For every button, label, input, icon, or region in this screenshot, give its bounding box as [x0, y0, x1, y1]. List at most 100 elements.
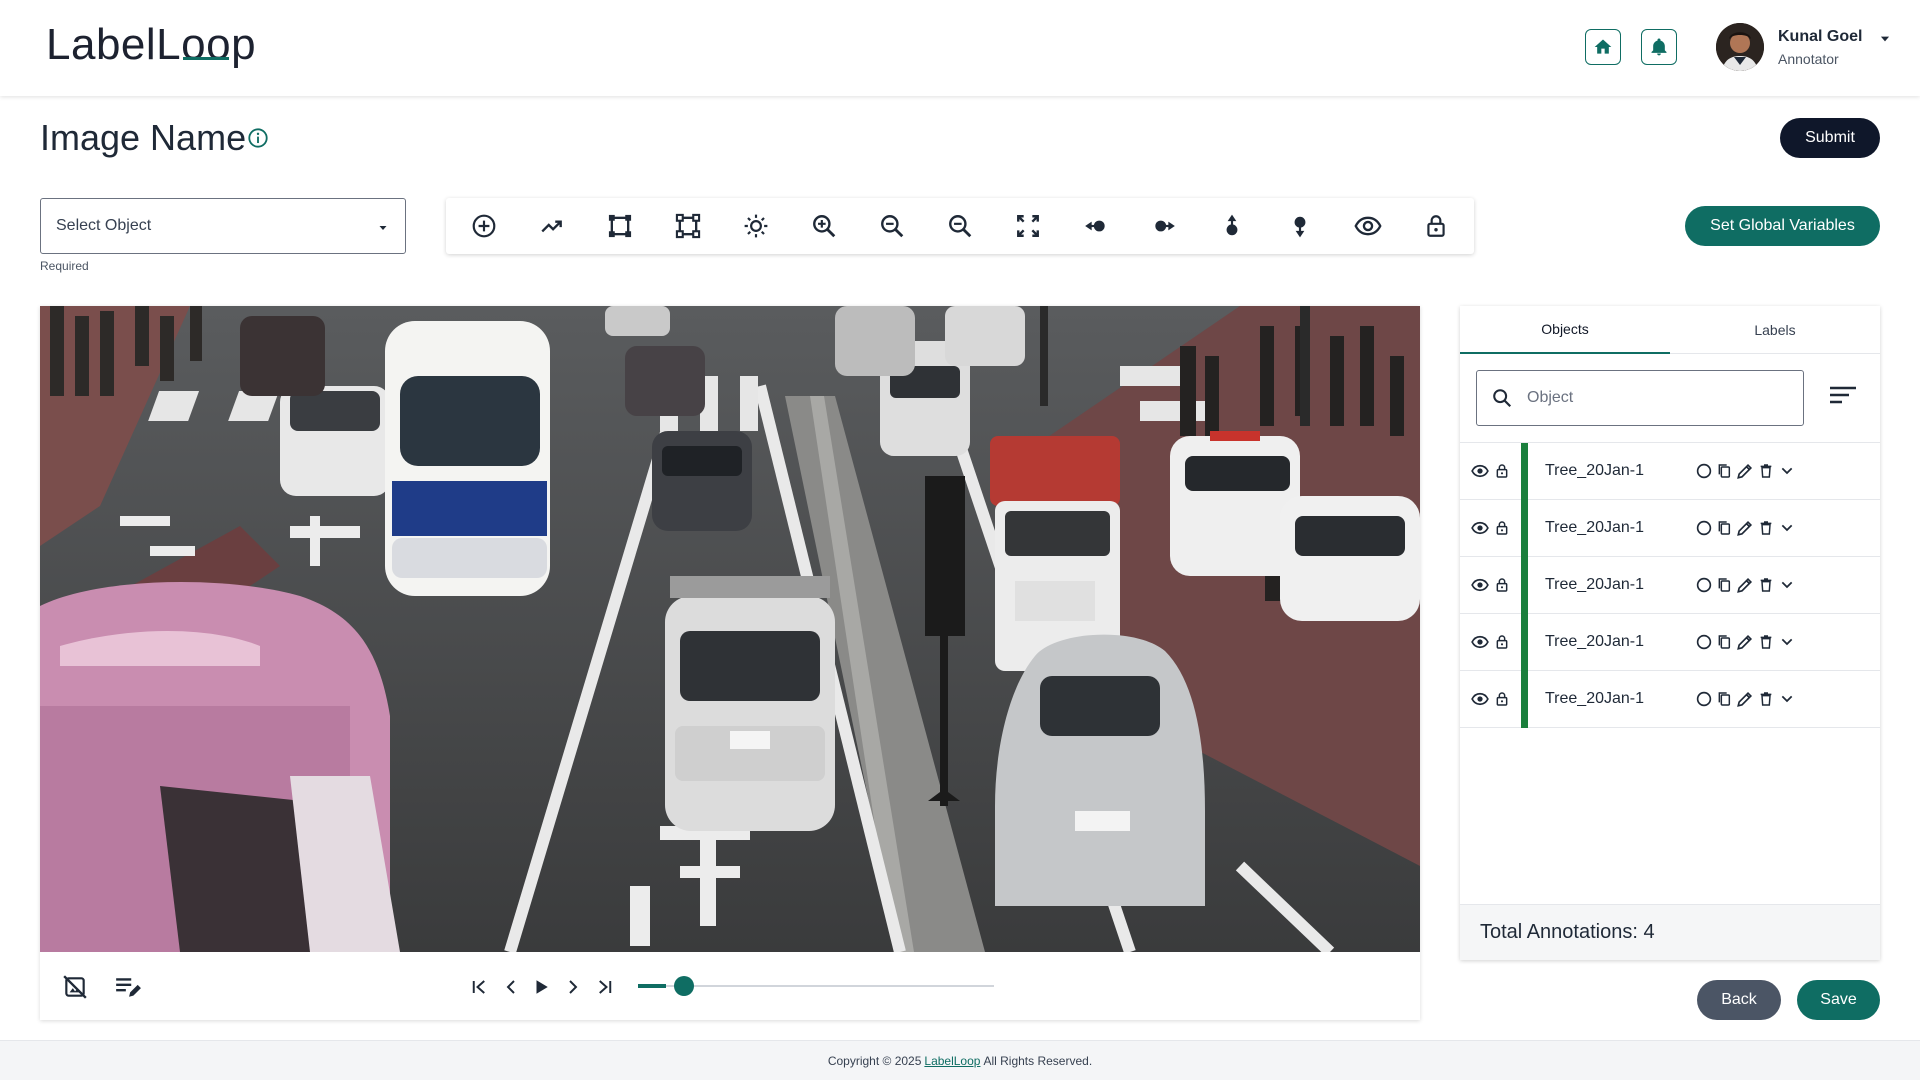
bell-icon [1651, 38, 1667, 56]
tab-labels[interactable]: Labels [1670, 306, 1880, 354]
lock-icon[interactable] [1492, 689, 1512, 709]
polyline-icon[interactable] [536, 210, 568, 242]
last-frame-icon[interactable] [596, 978, 614, 996]
delete-icon[interactable] [1756, 575, 1776, 595]
submit-button[interactable]: Submit [1780, 118, 1880, 158]
object-row[interactable]: Tree_20Jan-1 [1460, 671, 1880, 728]
visibility-icon[interactable] [1470, 632, 1490, 652]
edit-list-icon[interactable] [114, 974, 142, 1000]
back-button[interactable]: Back [1697, 980, 1781, 1020]
polygon-icon[interactable] [672, 210, 704, 242]
lock-icon[interactable] [1492, 461, 1512, 481]
set-global-variables-button[interactable]: Set Global Variables [1685, 206, 1880, 246]
edit-icon[interactable] [1735, 461, 1755, 481]
play-icon[interactable] [532, 978, 550, 996]
save-button[interactable]: Save [1797, 980, 1880, 1020]
sort-icon[interactable] [1828, 384, 1858, 413]
copy-icon[interactable] [1714, 461, 1734, 481]
timeline-slider[interactable] [638, 976, 994, 996]
circle-icon[interactable] [1694, 461, 1714, 481]
edit-icon[interactable] [1735, 689, 1755, 709]
zoom-reset-icon[interactable] [944, 210, 976, 242]
lock-icon[interactable] [1420, 210, 1452, 242]
object-name: Tree_20Jan-1 [1545, 462, 1645, 479]
move-left-icon[interactable] [1080, 210, 1112, 242]
move-right-icon[interactable] [1148, 210, 1180, 242]
delete-icon[interactable] [1756, 518, 1776, 538]
expand-chevron-icon[interactable] [1777, 461, 1797, 481]
delete-icon[interactable] [1756, 689, 1776, 709]
objects-list: Tree_20Jan-1 Tree_20Jan-1 Tree_20Jan-1 Tree… [1460, 442, 1880, 728]
expand-chevron-icon[interactable] [1777, 575, 1797, 595]
previous-frame-icon[interactable] [502, 978, 520, 996]
brightness-icon[interactable] [740, 210, 772, 242]
select-helper-text: Required [40, 259, 89, 273]
edit-icon[interactable] [1735, 518, 1755, 538]
user-menu-chevron-icon[interactable] [1878, 32, 1892, 51]
annotation-image[interactable] [40, 306, 1420, 952]
hide-annotations-icon[interactable] [62, 974, 88, 1000]
lock-icon[interactable] [1492, 632, 1512, 652]
objects-panel: Objects Labels Tree_20Jan-1Tree_20Jan-1T… [1460, 306, 1880, 960]
delete-icon[interactable] [1756, 461, 1776, 481]
expand-chevron-icon[interactable] [1777, 689, 1797, 709]
visibility-icon[interactable] [1470, 461, 1490, 481]
copy-icon[interactable] [1714, 632, 1734, 652]
bounding-box-icon[interactable] [604, 210, 636, 242]
footer-link[interactable]: LabelLoop [924, 1054, 980, 1068]
visibility-icon[interactable] [1470, 518, 1490, 538]
lock-icon[interactable] [1492, 575, 1512, 595]
zoom-in-icon[interactable] [808, 210, 840, 242]
dropdown-caret-icon [377, 221, 389, 239]
object-row[interactable]: Tree_20Jan-1 [1460, 443, 1880, 500]
move-down-icon[interactable] [1284, 210, 1316, 242]
object-name: Tree_20Jan-1 [1545, 690, 1645, 707]
zoom-out-icon[interactable] [876, 210, 908, 242]
info-icon[interactable] [247, 127, 269, 154]
object-row[interactable]: Tree_20Jan-1 [1460, 557, 1880, 614]
object-row[interactable]: Tree_20Jan-1 [1460, 614, 1880, 671]
first-frame-icon[interactable] [470, 978, 488, 996]
page-title: Image Name [40, 117, 247, 158]
visibility-icon[interactable] [1470, 689, 1490, 709]
copy-icon[interactable] [1714, 518, 1734, 538]
search-input[interactable] [1527, 371, 1797, 425]
next-frame-icon[interactable] [564, 978, 582, 996]
circle-icon[interactable] [1694, 632, 1714, 652]
panel-tabs: Objects Labels [1460, 306, 1880, 354]
add-circle-icon[interactable] [468, 210, 500, 242]
edit-icon[interactable] [1735, 575, 1755, 595]
annotation-canvas-panel [40, 306, 1420, 1020]
expand-chevron-icon[interactable] [1777, 518, 1797, 538]
tab-objects[interactable]: Objects [1460, 306, 1670, 354]
object-row[interactable]: Tree_20Jan-1 [1460, 500, 1880, 557]
footer-copyright: Copyright © 2025 [827, 1053, 922, 1068]
street-scene-image [40, 306, 1420, 952]
object-color-stripe [1521, 671, 1528, 728]
circle-icon[interactable] [1694, 689, 1714, 709]
move-up-icon[interactable] [1216, 210, 1248, 242]
lock-icon[interactable] [1492, 518, 1512, 538]
copy-icon[interactable] [1714, 575, 1734, 595]
circle-icon[interactable] [1694, 575, 1714, 595]
timeline-thumb[interactable] [674, 976, 694, 996]
avatar[interactable] [1716, 23, 1764, 71]
delete-icon[interactable] [1756, 632, 1776, 652]
circle-icon[interactable] [1694, 518, 1714, 538]
fit-screen-icon[interactable] [1012, 210, 1044, 242]
logo-loop: oo [181, 20, 232, 69]
home-button[interactable] [1585, 29, 1621, 65]
video-player-controls [40, 952, 1420, 1020]
visibility-icon[interactable] [1470, 575, 1490, 595]
expand-chevron-icon[interactable] [1777, 632, 1797, 652]
copy-icon[interactable] [1714, 689, 1734, 709]
logo[interactable]: LabelLoo p [46, 20, 256, 70]
notifications-button[interactable] [1641, 29, 1677, 65]
object-name: Tree_20Jan-1 [1545, 576, 1645, 593]
visibility-icon[interactable] [1352, 210, 1384, 242]
select-object-dropdown[interactable]: Select Object [40, 198, 406, 254]
object-name: Tree_20Jan-1 [1545, 633, 1645, 650]
edit-icon[interactable] [1735, 632, 1755, 652]
footer-rights: All Rights Reserved. [983, 1053, 1093, 1068]
app-header: LabelLoo p Kunal Goel Annotator [0, 0, 1920, 96]
